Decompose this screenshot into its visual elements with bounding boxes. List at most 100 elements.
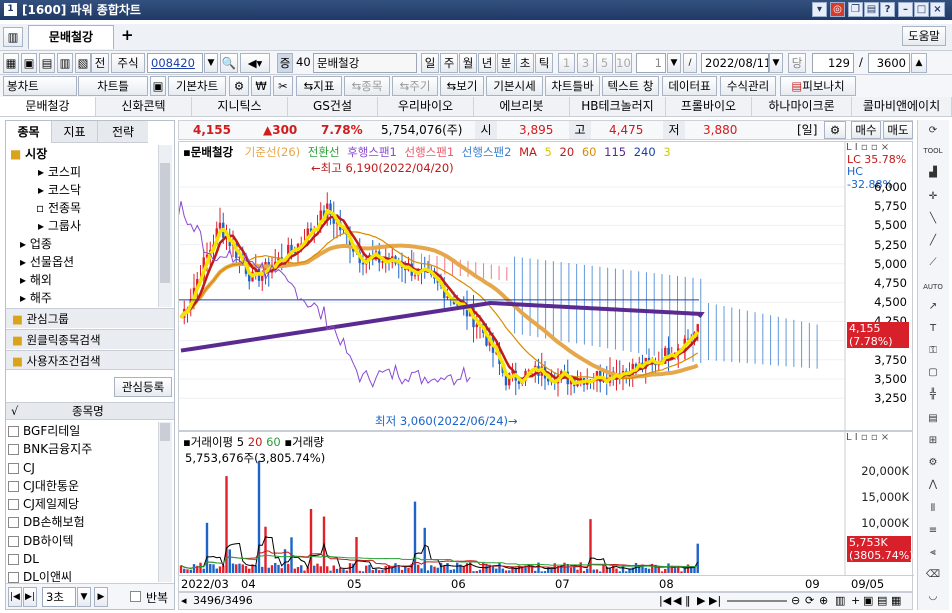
layout-icon[interactable]: ▤ [877,593,887,609]
tree-item[interactable]: ▸ 업종 [10,235,160,253]
window-menu-icon[interactable]: ▾ [812,2,827,17]
layout-5-icon[interactable]: ▧ [75,53,91,73]
add-icon[interactable]: + [851,593,860,609]
checkbox[interactable] [8,480,19,492]
first-icon[interactable]: |◀ [8,587,22,607]
interval-input[interactable]: 1 [636,53,666,73]
stock-tab[interactable]: 문배철강 [0,97,96,116]
tab-stock[interactable]: 문배철강 [28,25,114,49]
stock-tab[interactable]: 신화콘텍 [96,97,192,116]
candle-type-button[interactable]: 봉차트 [3,76,77,96]
period-year[interactable]: 년 [478,53,496,73]
layout-3-icon[interactable]: ▤ [39,53,55,73]
prev-button[interactable]: 전 [91,53,109,73]
group-user-condition[interactable]: ■ 사용자조건검색 [6,350,174,370]
interval-3[interactable]: 3 [577,53,594,73]
scroll-left-icon[interactable]: ◂ [181,593,187,609]
stock-tab[interactable]: HB테크놀러지 [570,97,666,116]
list-item[interactable]: CJ [8,459,158,477]
play-icon[interactable]: ▶ [94,587,108,607]
gann-icon[interactable]: ╬ [922,386,944,404]
list-item[interactable]: CJ대한통운 [8,477,158,495]
checkbox[interactable] [8,535,19,547]
zoom-out-icon[interactable]: ⊖ [791,593,800,609]
count-input[interactable]: 129 [812,53,854,73]
list-scroll-thumb[interactable] [160,423,170,441]
interval-dropdown-icon[interactable]: ▼ [77,587,91,607]
crosshair-icon[interactable]: ✛ [922,188,944,206]
list-item[interactable]: DL [8,550,158,568]
period-second[interactable]: 초 [516,53,534,73]
fibo-icon[interactable]: ▤ [922,410,944,428]
checkbox[interactable] [8,462,19,474]
period-day[interactable]: 일 [421,53,439,73]
volume-size-icon[interactable]: L I ▫ ▫ × [846,432,889,443]
settings-icon[interactable]: ⚙ [922,454,944,472]
period-minute[interactable]: 분 [497,53,515,73]
chart-toolbar-button[interactable]: 차트틀바 [545,76,600,96]
tree-item[interactable]: ▸ 선물옵션 [10,253,160,271]
market-select[interactable]: 주식 [111,53,145,73]
register-interest-button[interactable]: 관심등록 [114,377,172,397]
stock-tab[interactable]: 콜마비앤에이치 [852,97,952,116]
auto-icon[interactable]: AUTO [922,278,944,296]
checkbox[interactable] [8,444,19,456]
scroll-down-icon[interactable]: ◡ [922,588,944,606]
layout-1-icon[interactable]: ▦ [3,53,19,73]
nav-next-icon[interactable]: ▶ [697,593,705,609]
tree-item[interactable]: ▸ 해주 [10,289,160,307]
extended-line-icon[interactable]: ⟋ [922,254,944,272]
stock-tab[interactable]: 지니틱스 [192,97,288,116]
panel-toggle-icon[interactable]: ▥ [3,27,23,47]
group-oneclick[interactable]: ■ 원클릭종목검색 [6,329,174,349]
side-tab-stock[interactable]: 종목 [6,121,52,143]
list-item[interactable]: BNK금융지주 [8,440,158,458]
sell-button[interactable]: 매도 [883,121,913,139]
stock-button[interactable]: ⇆종목 [344,76,390,96]
chart-frame-button[interactable]: 차트틀 [78,76,148,96]
code-dropdown-icon[interactable]: ▼ [204,53,218,73]
ray-icon[interactable]: ╱ [922,232,944,250]
next-icon[interactable]: ▶| [23,587,37,607]
layout-2-icon[interactable]: ▣ [21,53,37,73]
data-table-button[interactable]: 데이터표 [662,76,717,96]
side-tab-indicator[interactable]: 지표 [52,121,98,143]
date-dropdown-icon[interactable]: ▼ [769,53,783,73]
stock-tab[interactable]: 하나마이크론 [752,97,852,116]
lock-icon[interactable]: ⚿ [922,342,944,360]
stock-tab[interactable]: 우리바이오 [378,97,474,116]
group-interest[interactable]: ■ 관심그룹 [6,308,174,328]
price-chart-panel[interactable]: ▪문배철강 기준선(26) 전환선 후행스팬1 선행스팬1 선행스팬2 MA 5… [178,141,913,432]
checkbox[interactable] [8,499,19,511]
list-item[interactable]: DB하이텍 [8,532,158,550]
text-tool-icon[interactable]: T [922,320,944,338]
period-tick[interactable]: 틱 [535,53,553,73]
interval-1[interactable]: 1 [558,53,575,73]
add-tab-button[interactable]: + [121,26,134,44]
frame-icon[interactable]: ▢ [922,364,944,382]
print-icon[interactable]: ▣ [863,593,873,609]
volume-chart-panel[interactable]: ▪거래이평 5 20 60 ▪거래량 5,753,676주(3,805.74%)… [178,431,914,592]
grid-icon[interactable]: ▦ [891,593,901,609]
window-help-icon[interactable]: ? [880,2,895,17]
zoom-in-icon[interactable]: ⊕ [819,593,828,609]
window-pin-icon[interactable]: ▤ [864,2,879,17]
interval-10[interactable]: 10 [615,53,632,73]
tree-item[interactable]: ▫ 전종목 [10,199,160,217]
formula-button[interactable]: 수식관리 [720,76,776,96]
won-icon[interactable]: ₩ [251,76,271,96]
list-scrollbar[interactable] [158,422,172,582]
window-maximize-icon[interactable]: □ [914,2,929,17]
interval-select[interactable]: 3초 [42,587,76,607]
list-item[interactable]: CJ제일제당 [8,495,158,513]
erase-icon[interactable]: ⌫ [922,566,944,584]
date-today-button[interactable]: 당 [788,53,806,73]
window-close-icon[interactable]: × [930,2,945,17]
tool-icon[interactable]: TOOL [922,142,944,160]
tree-item[interactable]: ▸ 코스피 [10,163,160,181]
save-icon[interactable]: ▣ [150,76,166,96]
nav-first-icon[interactable]: |◀ [659,593,671,609]
window-copy-icon[interactable]: ❐ [848,2,863,17]
text-window-button[interactable]: 텍스트 창 [602,76,659,96]
interval-dropdown-icon[interactable]: ▼ [667,53,681,73]
